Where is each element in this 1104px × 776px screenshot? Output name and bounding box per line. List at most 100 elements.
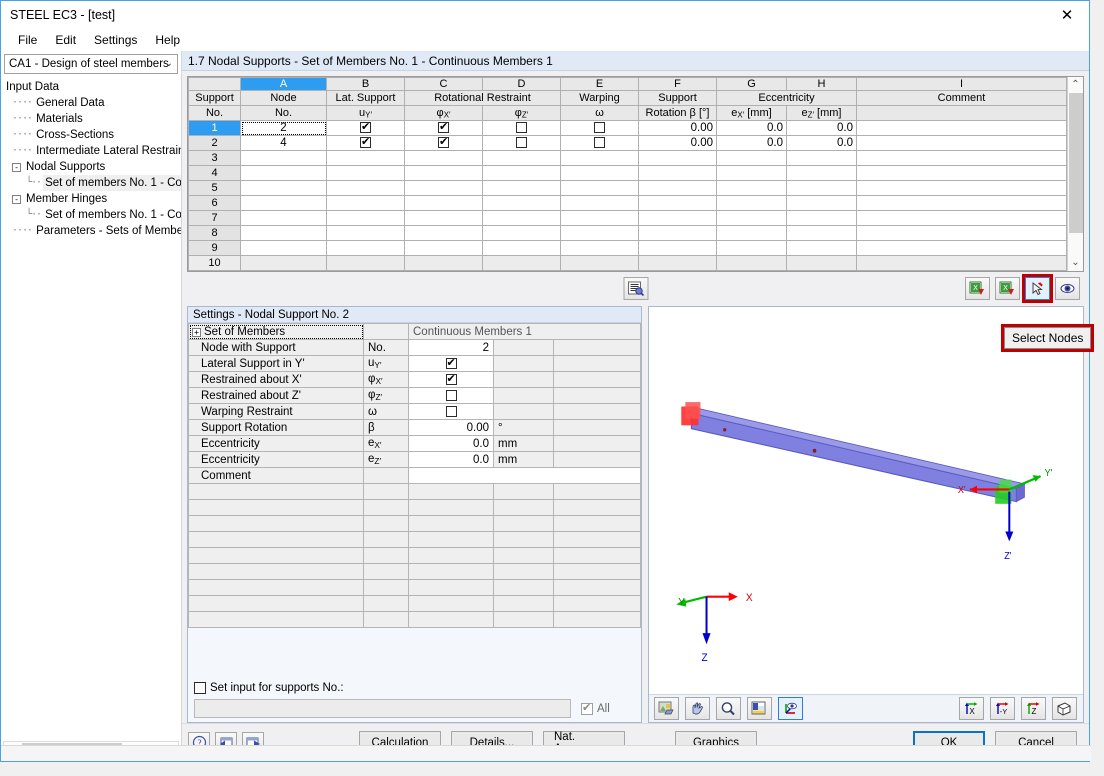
settings-empty-row[interactable]	[189, 564, 641, 580]
comment-cell[interactable]	[857, 256, 1067, 271]
node-number-cell[interactable]	[241, 151, 327, 166]
isometric-view-icon[interactable]	[1052, 697, 1077, 720]
lateral-support-checkbox-cell[interactable]	[327, 136, 405, 151]
rotational-x-checkbox-cell[interactable]	[405, 151, 483, 166]
rotate-hand-icon[interactable]	[685, 697, 710, 720]
grid-vscroll-track[interactable]	[1068, 93, 1084, 255]
table-row[interactable]: 3	[189, 151, 1067, 166]
eccentricity-ez-cell[interactable]	[787, 241, 857, 256]
grid-column-letter[interactable]: G	[717, 78, 787, 91]
table-row[interactable]: 5	[189, 181, 1067, 196]
eccentricity-ez-cell[interactable]	[787, 151, 857, 166]
eccentricity-ez-cell[interactable]	[787, 166, 857, 181]
menu-item-help[interactable]: Help	[146, 31, 189, 49]
grid-column-letter[interactable]: B	[327, 78, 405, 91]
layers-icon[interactable]	[747, 697, 772, 720]
settings-row[interactable]: EccentricityeX′0.0mm	[189, 436, 641, 452]
eccentricity-ez-cell[interactable]	[787, 226, 857, 241]
support-rotation-cell[interactable]	[639, 166, 717, 181]
eccentricity-ex-cell[interactable]: 0.0	[717, 121, 787, 136]
settings-row-value[interactable]: 2	[409, 340, 494, 356]
grid-checkbox[interactable]	[360, 137, 371, 148]
tree-item[interactable]: └··Set of members No. 1 - Cor	[4, 207, 181, 223]
model-view[interactable]: X' Y' Z' X	[649, 307, 1083, 694]
warping-checkbox-cell[interactable]	[561, 151, 639, 166]
row-header-cell[interactable]: 5	[189, 181, 241, 196]
settings-row-value[interactable]: 0.0	[409, 436, 494, 452]
table-row[interactable]: 7	[189, 211, 1067, 226]
rotational-x-checkbox-cell[interactable]	[405, 181, 483, 196]
eccentricity-ex-cell[interactable]	[717, 196, 787, 211]
menu-item-settings[interactable]: Settings	[85, 31, 146, 49]
grid-column-letter[interactable]: E	[561, 78, 639, 91]
row-header-cell[interactable]: 9	[189, 241, 241, 256]
rotational-z-checkbox-cell[interactable]	[483, 181, 561, 196]
table-zoom-button[interactable]	[623, 277, 648, 300]
support-rotation-cell[interactable]	[639, 226, 717, 241]
node-number-cell[interactable]	[241, 256, 327, 271]
lateral-support-checkbox-cell[interactable]	[327, 121, 405, 136]
settings-empty-row[interactable]	[189, 612, 641, 628]
node-number-cell[interactable]	[241, 226, 327, 241]
settings-row-value[interactable]	[409, 388, 494, 404]
settings-checkbox[interactable]	[446, 406, 457, 417]
view-axes-icon[interactable]	[778, 697, 803, 720]
zoom-magnifier-icon[interactable]	[716, 697, 741, 720]
comment-cell[interactable]	[857, 166, 1067, 181]
grid-column-letter[interactable]	[189, 78, 241, 91]
settings-empty-row[interactable]	[189, 580, 641, 596]
comment-cell[interactable]	[857, 196, 1067, 211]
table-row[interactable]: 9	[189, 241, 1067, 256]
view-z-axis-icon[interactable]: Z	[1021, 697, 1046, 720]
grid-vscrollbar[interactable]: ⌃ ⌄	[1067, 77, 1083, 271]
grid-column-letter[interactable]: C	[405, 78, 483, 91]
set-input-field[interactable]	[194, 699, 571, 718]
settings-row-value[interactable]: 0.00	[409, 420, 494, 436]
all-checkbox-row[interactable]: All	[581, 703, 635, 715]
support-rotation-cell[interactable]	[639, 181, 717, 196]
comment-cell[interactable]	[857, 121, 1067, 136]
settings-comment-value[interactable]	[409, 468, 641, 484]
scroll-up-icon[interactable]: ⌃	[1068, 77, 1084, 93]
eccentricity-ez-cell[interactable]: 0.0	[787, 136, 857, 151]
design-case-combo[interactable]: CA1 - Design of steel members ⌄	[4, 54, 178, 74]
set-input-checkbox-row[interactable]: Set input for supports No.:	[194, 682, 635, 694]
grid-checkbox[interactable]	[516, 137, 527, 148]
rotational-x-checkbox-cell[interactable]	[405, 166, 483, 181]
warping-checkbox-cell[interactable]	[561, 166, 639, 181]
grid-checkbox[interactable]	[438, 137, 449, 148]
row-header-cell[interactable]: 8	[189, 226, 241, 241]
table-row[interactable]: 10	[189, 256, 1067, 271]
comment-cell[interactable]	[857, 211, 1067, 226]
eccentricity-ez-cell[interactable]	[787, 181, 857, 196]
rotational-z-checkbox-cell[interactable]	[483, 166, 561, 181]
settings-row-value[interactable]: 0.0	[409, 452, 494, 468]
rotational-z-checkbox-cell[interactable]	[483, 256, 561, 271]
comment-cell[interactable]	[857, 181, 1067, 196]
tree-item[interactable]: ····Intermediate Lateral Restraints	[4, 143, 181, 159]
rotational-z-checkbox-cell[interactable]	[483, 211, 561, 226]
warping-checkbox-cell[interactable]	[561, 226, 639, 241]
warping-checkbox-cell[interactable]	[561, 121, 639, 136]
lateral-support-checkbox-cell[interactable]	[327, 241, 405, 256]
table-row[interactable]: 6	[189, 196, 1067, 211]
visibility-eye-icon[interactable]	[1055, 277, 1080, 300]
settings-row[interactable]: Lateral Support in Y'uY′	[189, 356, 641, 372]
rotational-x-checkbox-cell[interactable]	[405, 211, 483, 226]
support-rotation-cell[interactable]	[639, 211, 717, 226]
rotational-z-checkbox-cell[interactable]	[483, 226, 561, 241]
eccentricity-ez-cell[interactable]: 0.0	[787, 121, 857, 136]
settings-row[interactable]: Comment	[189, 468, 641, 484]
export-excel-down-icon[interactable]: X	[995, 277, 1020, 300]
eccentricity-ex-cell[interactable]	[717, 166, 787, 181]
rotational-x-checkbox-cell[interactable]	[405, 256, 483, 271]
rotational-z-checkbox-cell[interactable]	[483, 196, 561, 211]
render-mode-icon[interactable]	[654, 697, 679, 720]
lateral-support-checkbox-cell[interactable]	[327, 151, 405, 166]
tree-item[interactable]: ····General Data	[4, 95, 181, 111]
settings-row[interactable]: Support Rotationβ0.00°	[189, 420, 641, 436]
settings-row[interactable]: +Set of MembersContinuous Members 1	[189, 324, 641, 340]
settings-empty-row[interactable]	[189, 596, 641, 612]
settings-checkbox[interactable]	[446, 374, 457, 385]
settings-empty-row[interactable]	[189, 532, 641, 548]
